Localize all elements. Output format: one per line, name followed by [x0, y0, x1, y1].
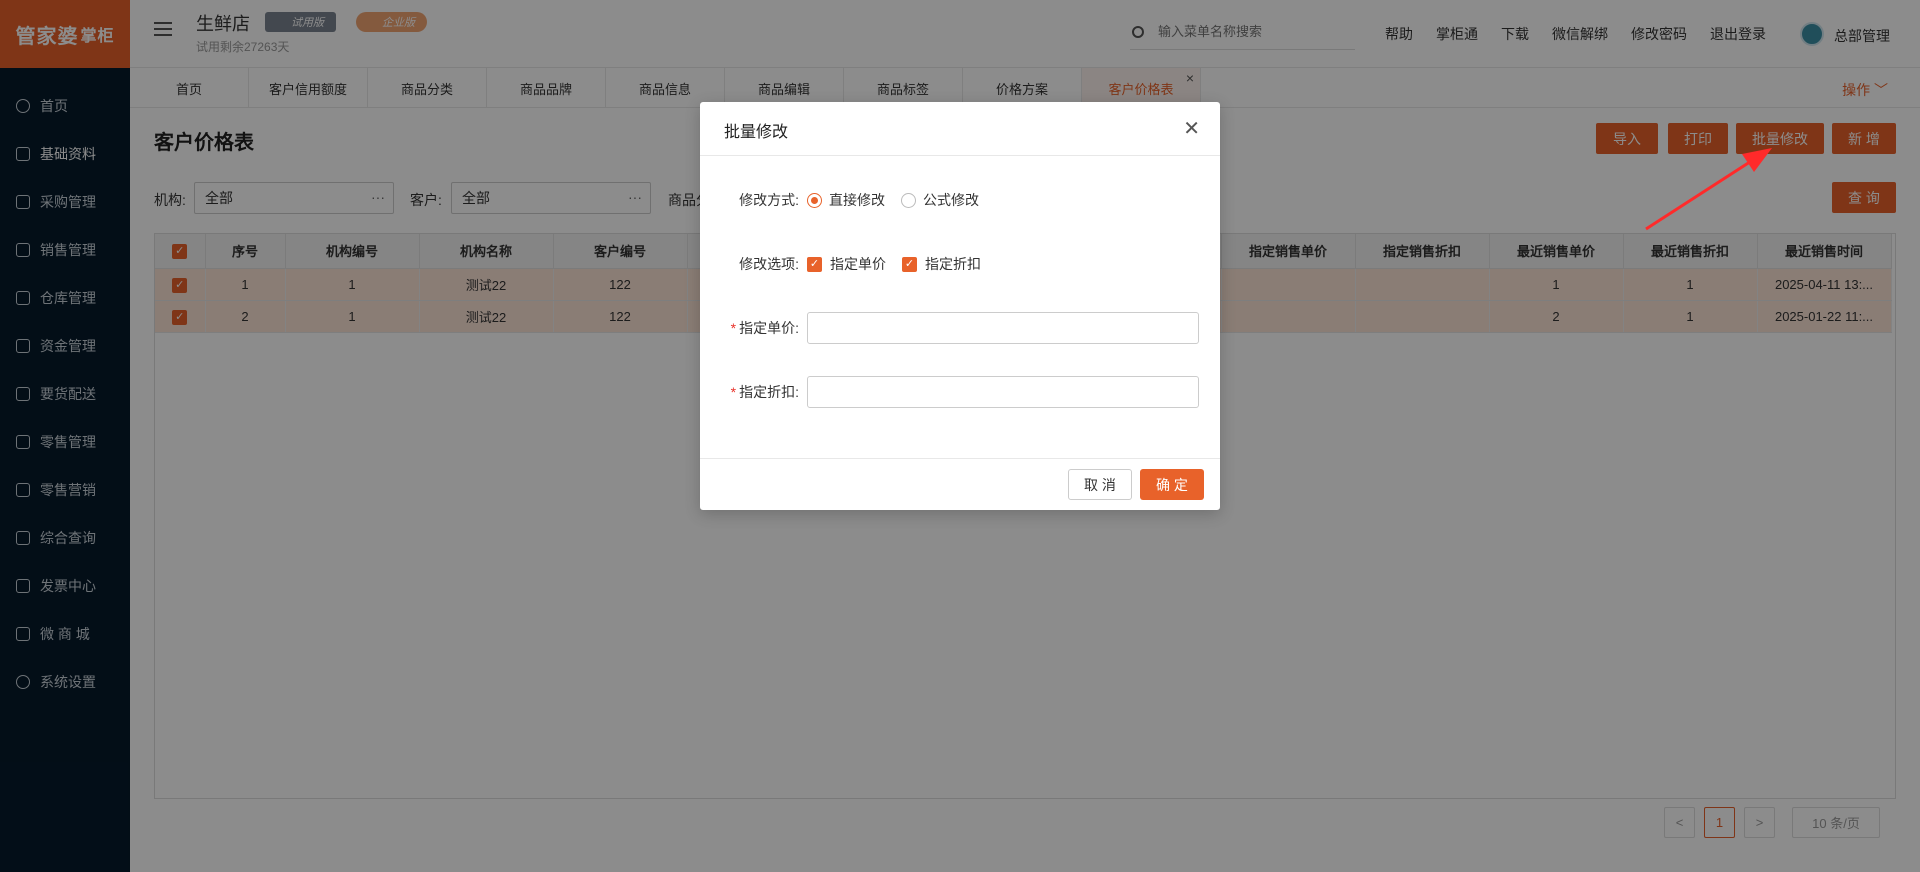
confirm-button[interactable]: 确 定 — [1140, 469, 1204, 500]
checkbox-checked-icon: ✓ — [807, 256, 822, 272]
price-row: * 指定单价: — [700, 311, 1220, 345]
discount-input[interactable] — [807, 376, 1199, 408]
mode-row: 修改方式: 直接修改 公式修改 — [700, 183, 1220, 217]
radio-selected-icon — [807, 192, 822, 208]
mode-label: 修改方式: — [739, 192, 799, 208]
checkbox-label: 指定折扣 — [925, 256, 981, 272]
checkbox-label: 指定单价 — [830, 256, 886, 272]
price-label: * 指定单价: — [730, 320, 799, 336]
price-label-text: 指定单价: — [739, 320, 799, 336]
options-row: 修改选项: ✓ 指定单价 ✓ 指定折扣 — [700, 247, 1220, 281]
dialog-title: 批量修改 — [724, 124, 789, 141]
checkbox-checked-icon: ✓ — [902, 256, 917, 272]
dialog-header: 批量修改 ✕ — [700, 102, 1220, 156]
discount-label: * 指定折扣: — [730, 384, 799, 400]
discount-row: * 指定折扣: — [700, 375, 1220, 409]
radio-formula[interactable]: 公式修改 — [901, 190, 979, 210]
checkbox-set-price[interactable]: ✓ 指定单价 — [807, 254, 886, 274]
close-icon[interactable]: ✕ — [1183, 116, 1200, 141]
radio-label: 直接修改 — [829, 192, 885, 208]
discount-label-text: 指定折扣: — [739, 384, 799, 400]
radio-direct[interactable]: 直接修改 — [807, 190, 885, 210]
radio-label: 公式修改 — [923, 192, 979, 208]
radio-empty-icon — [901, 192, 916, 208]
options-label: 修改选项: — [739, 256, 799, 272]
checkbox-set-discount[interactable]: ✓ 指定折扣 — [902, 254, 981, 274]
batch-edit-dialog: 批量修改 ✕ 修改方式: 直接修改 公式修改 修改选项: ✓ 指定单价 ✓ 指定折扣… — [700, 102, 1220, 510]
price-input[interactable] — [807, 312, 1199, 344]
cancel-button[interactable]: 取 消 — [1068, 469, 1132, 500]
dialog-footer: 取 消 确 定 — [700, 458, 1220, 510]
